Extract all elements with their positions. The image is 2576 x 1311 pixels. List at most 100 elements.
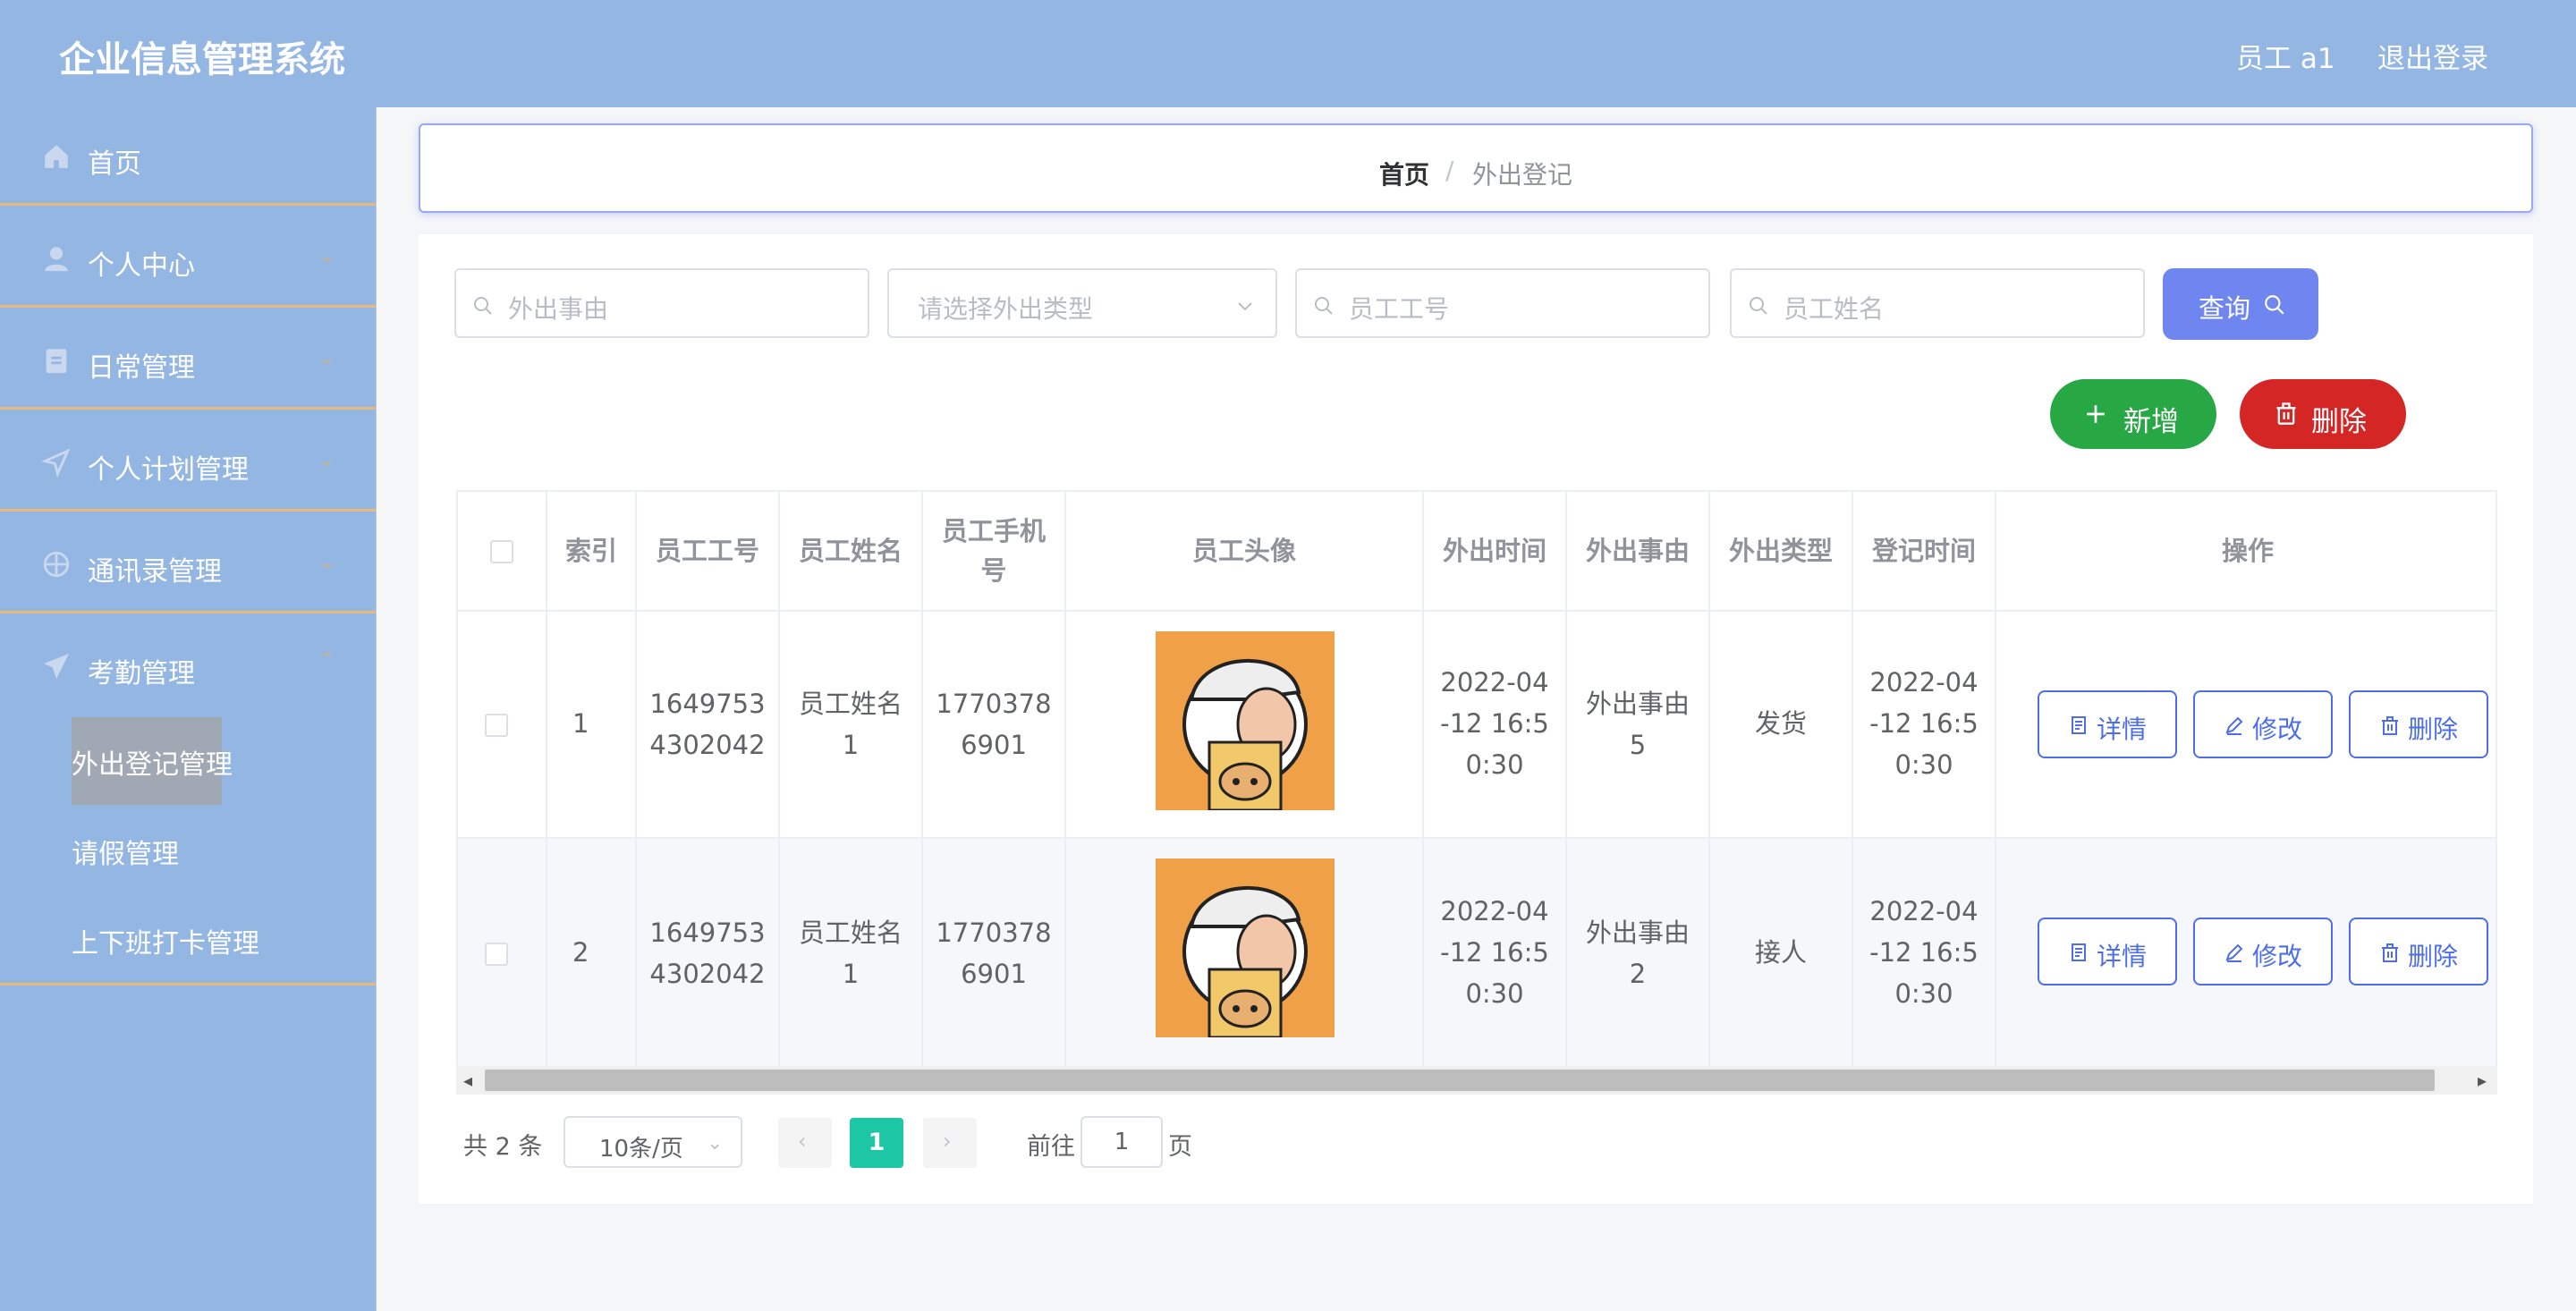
chevron-down-icon — [1238, 302, 1252, 311]
phone-line2: 6901 — [961, 959, 1027, 989]
sidebar-item-attendance[interactable]: 考勤管理 ⌃ — [0, 617, 376, 715]
emp-name-search-input[interactable]: 员工姓名 — [1730, 268, 2145, 338]
document-icon — [2072, 943, 2086, 961]
home-icon — [45, 145, 68, 168]
document-icon — [2072, 716, 2086, 734]
edit-icon — [2225, 716, 2243, 735]
scroll-right-arrow-icon[interactable]: ▸ — [2478, 1070, 2487, 1091]
cell-emp-name: 员工姓名 1 — [780, 839, 923, 1066]
edit-button[interactable]: 修改 — [2193, 918, 2333, 985]
emp-name-line1: 员工姓名 — [798, 689, 902, 719]
table-row: 2 1649753 4302042 员工姓名 1 1770378 6901 20… — [458, 839, 2496, 1066]
search-icon — [2265, 295, 2284, 315]
reg-time-line2: -12 16:5 — [1869, 937, 1979, 968]
row-checkbox[interactable] — [485, 943, 508, 966]
cell-emp-name: 员工姓名 1 — [780, 612, 923, 837]
header-cell: 索引 — [547, 492, 637, 612]
delete-button[interactable]: 删除 — [2349, 918, 2488, 985]
sidebar-item-label: 个人中心 — [88, 250, 195, 282]
cell-phone: 1770378 6901 — [923, 612, 1066, 837]
chevron-down-icon: ⌄ — [707, 1132, 724, 1155]
chevron-right-icon: › — [943, 1129, 952, 1154]
avatar[interactable] — [1156, 631, 1335, 810]
logout-link[interactable]: 退出登录 — [2377, 36, 2488, 76]
cell-ops: 详情 修改 删除 — [1996, 839, 2496, 1066]
edit-button[interactable]: 修改 — [2193, 690, 2333, 758]
sidebar-subitem-outing[interactable]: 外出登记管理 — [72, 742, 233, 782]
phone-line1: 1770378 — [936, 689, 1052, 719]
emp-name-line2: 1 — [842, 730, 860, 760]
sidebar-item-personal-center[interactable]: 个人中心 ⌄ — [0, 209, 376, 308]
cell-ops: 详情 修改 删除 — [1996, 612, 2496, 837]
scroll-left-arrow-icon[interactable]: ◂ — [463, 1070, 472, 1091]
goto-suffix: 页 — [1168, 1133, 1192, 1161]
delete-button[interactable]: 删除 — [2349, 690, 2488, 758]
select-all-checkbox[interactable] — [490, 540, 513, 563]
chevron-left-icon: ‹ — [798, 1129, 807, 1154]
emp-name-line1: 员工姓名 — [798, 918, 902, 948]
header-ops: 操作 — [2221, 536, 2274, 566]
cell-type: 发货 — [1710, 612, 1853, 837]
detail-label: 详情 — [2097, 715, 2148, 744]
send-icon — [41, 448, 71, 478]
avatar[interactable] — [1156, 858, 1335, 1037]
reason-placeholder: 外出事由 — [508, 294, 609, 324]
emp-no-search-input[interactable]: 员工工号 — [1295, 268, 1710, 338]
delete-label: 删除 — [2408, 715, 2459, 744]
sidebar-subitem-leave[interactable]: 请假管理 — [72, 832, 179, 871]
emp-no-line2: 4302042 — [649, 959, 766, 989]
sidebar-subitem-clock[interactable]: 上下班打卡管理 — [72, 921, 259, 960]
reg-time-line3: 0:30 — [1894, 978, 1953, 1009]
cell-index: 2 — [547, 839, 637, 1066]
sidebar-item-daily[interactable]: 日常管理 ⌄ — [0, 311, 376, 410]
add-button[interactable]: 新增 — [2050, 379, 2216, 449]
out-time-line1: 2022-04 — [1440, 896, 1549, 926]
breadcrumb-home[interactable]: 首页 — [1379, 156, 1429, 191]
pagination-total: 共 2 条 — [463, 1133, 543, 1161]
edit-label: 修改 — [2252, 715, 2303, 744]
batch-delete-button[interactable]: 删除 — [2240, 379, 2406, 449]
emp-no-line1: 1649753 — [649, 689, 766, 719]
chevron-down-icon: ⌄ — [318, 245, 335, 267]
reg-time-line2: -12 16:5 — [1869, 708, 1979, 739]
header-cell: 外出类型 — [1710, 492, 1853, 612]
page-number-current[interactable]: 1 — [850, 1118, 903, 1168]
plus-icon — [2087, 405, 2105, 423]
out-time-line2: -12 16:5 — [1440, 708, 1549, 739]
current-user: 员工 a1 — [2236, 43, 2335, 75]
sidebar-item-label: 个人计划管理 — [88, 454, 249, 486]
header-cell: 员工手机 号 — [923, 492, 1066, 612]
next-page-button[interactable]: › — [923, 1118, 977, 1168]
outing-table: 索引 员工工号 员工姓名 员工手机 号 员工头像 外出时间 外出事由 外出类型 … — [456, 490, 2497, 1095]
reason-search-input[interactable]: 外出事由 — [454, 268, 869, 338]
type-select[interactable]: 请选择外出类型 — [887, 268, 1277, 338]
goto-page-input[interactable]: 1 — [1080, 1116, 1163, 1168]
cell-phone: 1770378 6901 — [923, 839, 1066, 1066]
prev-page-button[interactable]: ‹ — [778, 1118, 832, 1168]
top-header: 企业信息管理系统 员工 a1 退出登录 — [0, 0, 2576, 107]
sidebar-item-contacts[interactable]: 通讯录管理 ⌄ — [0, 515, 376, 613]
cell-out-time: 2022-04 -12 16:5 0:30 — [1424, 612, 1567, 837]
table-row: 1 1649753 4302042 员工姓名 1 1770378 6901 20… — [458, 612, 2496, 839]
table-horizontal-scrollbar[interactable]: ◂ ▸ — [456, 1066, 2497, 1095]
edit-icon — [2225, 943, 2243, 962]
header-emp-name: 员工姓名 — [798, 536, 902, 566]
reason-line1: 外出事由 — [1585, 918, 1690, 948]
detail-button[interactable]: 详情 — [2038, 918, 2177, 985]
query-button[interactable]: 查询 — [2163, 268, 2318, 340]
scrollbar-thumb[interactable] — [485, 1070, 2435, 1091]
compass-icon — [43, 551, 70, 578]
emp-no-placeholder: 员工工号 — [1349, 294, 1450, 324]
goto-prefix: 前往 — [1027, 1133, 1075, 1161]
paper-plane-icon — [43, 653, 70, 680]
page-size-select[interactable]: 10条/页 ⌄ — [564, 1116, 742, 1168]
detail-button[interactable]: 详情 — [2038, 690, 2177, 758]
row-checkbox[interactable] — [485, 714, 508, 737]
cell-out-time: 2022-04 -12 16:5 0:30 — [1424, 839, 1567, 1066]
cell-reg-time: 2022-04 -12 16:5 0:30 — [1853, 612, 1996, 837]
sidebar-item-home[interactable]: 首页 — [0, 107, 376, 206]
add-label: 新增 — [2123, 406, 2179, 438]
reason-line2: 5 — [1629, 730, 1647, 760]
sidebar-item-plan[interactable]: 个人计划管理 ⌄ — [0, 413, 376, 512]
header-type: 外出类型 — [1728, 536, 1833, 566]
